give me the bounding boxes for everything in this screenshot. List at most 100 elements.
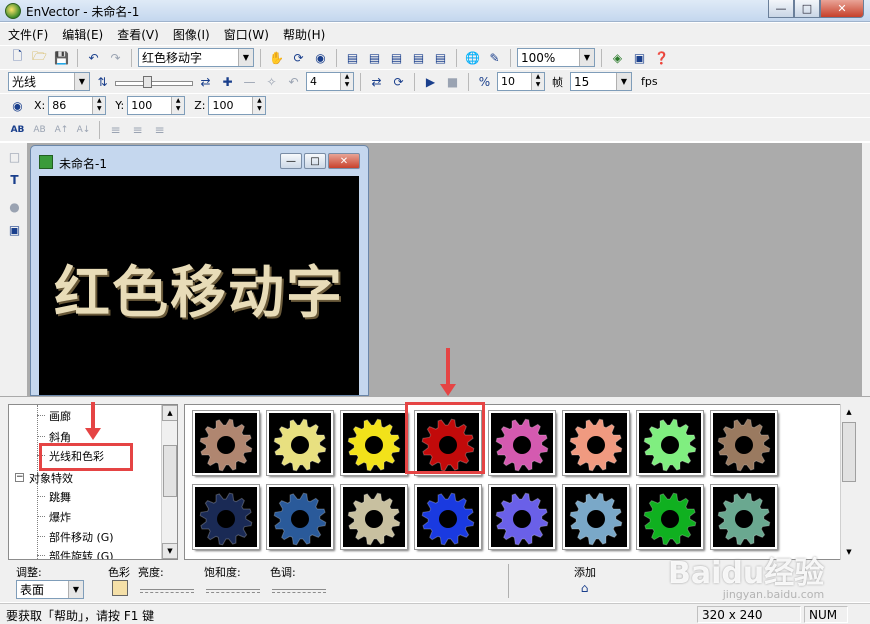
hue-slider[interactable] bbox=[272, 582, 326, 593]
shrink-icon[interactable]: ⇅ bbox=[93, 72, 112, 91]
effect-thumbnail[interactable] bbox=[341, 485, 407, 549]
document-window[interactable]: 未命名-1 — □ ✕ 红色移动字 bbox=[30, 145, 369, 396]
loop-back-icon[interactable]: ↶ bbox=[284, 72, 303, 91]
tree-item-dance[interactable]: 跳舞 bbox=[49, 489, 71, 505]
save-icon[interactable]: 💾 bbox=[52, 48, 71, 67]
collapse-icon[interactable]: − bbox=[15, 473, 24, 482]
effect-combo[interactable]: 光线 ▼ bbox=[8, 72, 90, 91]
scatter-icon[interactable]: ✧ bbox=[262, 72, 281, 91]
effect-thumbnail[interactable] bbox=[193, 411, 259, 475]
tree-item-part-move[interactable]: 部件移动 (G) bbox=[49, 529, 114, 545]
maximize-button[interactable]: □ bbox=[794, 0, 820, 18]
redo-icon[interactable]: ↷ bbox=[106, 48, 125, 67]
tree-item-part-rotate[interactable]: 部件旋转 (G) bbox=[49, 548, 114, 559]
spinner-arrows-icon[interactable]: ▲ ▼ bbox=[252, 97, 266, 114]
scroll-thumb[interactable] bbox=[163, 445, 177, 497]
layer-forward-icon[interactable]: ▤ bbox=[365, 48, 384, 67]
layer-backward-icon[interactable]: ▤ bbox=[387, 48, 406, 67]
undo-icon[interactable]: ↶ bbox=[84, 48, 103, 67]
doc-minimize-button[interactable]: — bbox=[280, 153, 302, 169]
effect-thumbnail[interactable] bbox=[341, 411, 407, 475]
gallery-scrollbar[interactable]: ▲ ▼ bbox=[840, 404, 856, 560]
scroll-down-icon[interactable]: ▼ bbox=[841, 544, 857, 560]
edit-page-icon[interactable]: ✎ bbox=[485, 48, 504, 67]
brightness-slider[interactable] bbox=[140, 582, 194, 593]
fps-spinner[interactable]: 10 ▲ ▼ bbox=[497, 72, 545, 91]
tree-item-gallery[interactable]: 画廊 bbox=[49, 408, 71, 424]
effect-slider[interactable] bbox=[115, 74, 193, 90]
palette-icon[interactable]: ◈ bbox=[608, 48, 627, 67]
effect-thumbnail[interactable] bbox=[563, 411, 629, 475]
effect-thumbnail[interactable] bbox=[415, 485, 481, 549]
open-folder-icon[interactable]: 🗁 bbox=[30, 48, 49, 67]
effect-thumbnail[interactable] bbox=[489, 411, 555, 475]
scroll-up-icon[interactable]: ▲ bbox=[162, 405, 177, 421]
swap-icon[interactable]: ⇄ bbox=[367, 72, 386, 91]
doc-close-button[interactable]: ✕ bbox=[328, 153, 360, 169]
spinner-arrows-icon[interactable]: ▲ ▼ bbox=[171, 97, 185, 114]
text-spacing-icon[interactable]: AB bbox=[8, 120, 27, 139]
color-swatch[interactable] bbox=[112, 580, 128, 596]
text-style-combo[interactable]: 红色移动字 ▼ bbox=[138, 48, 254, 67]
menu-image[interactable]: 图像(I) bbox=[173, 26, 210, 43]
text-raise-icon[interactable]: A↑ bbox=[52, 120, 71, 139]
menu-file[interactable]: 文件(F) bbox=[8, 26, 48, 43]
effect-thumbnail[interactable] bbox=[489, 485, 555, 549]
object-select-icon[interactable]: ▣ bbox=[5, 220, 24, 239]
effect-thumbnail[interactable] bbox=[193, 485, 259, 549]
doc-maximize-button[interactable]: □ bbox=[304, 153, 326, 169]
text-lower-icon[interactable]: A↓ bbox=[74, 120, 93, 139]
spinner-arrows-icon[interactable]: ▲ ▼ bbox=[531, 73, 544, 90]
z-spinner[interactable]: 100 ▲ ▼ bbox=[208, 96, 267, 115]
effects-gallery[interactable] bbox=[184, 404, 856, 560]
x-spinner[interactable]: 86 ▲ ▼ bbox=[48, 96, 107, 115]
text-kerning-icon[interactable]: AB bbox=[30, 120, 49, 139]
image-settings-icon[interactable]: ▣ bbox=[630, 48, 649, 67]
position-target-icon[interactable]: ◉ bbox=[8, 96, 27, 115]
menu-edit[interactable]: 编辑(E) bbox=[62, 26, 103, 43]
globe-icon[interactable]: 🌐 bbox=[463, 48, 482, 67]
effect-thumbnail[interactable] bbox=[267, 411, 333, 475]
effect-thumbnail[interactable] bbox=[563, 485, 629, 549]
shape-tool-icon[interactable]: ● bbox=[5, 197, 24, 216]
scroll-thumb[interactable] bbox=[842, 422, 856, 482]
target-icon[interactable]: ◉ bbox=[311, 48, 330, 67]
frames-combo[interactable]: 15 ▼ bbox=[570, 72, 632, 91]
tree-item-object-effects[interactable]: 对象特效 bbox=[29, 470, 73, 486]
menu-view[interactable]: 查看(V) bbox=[117, 26, 159, 43]
effect-thumbnail[interactable] bbox=[267, 485, 333, 549]
add-key-icon[interactable]: ✚ bbox=[218, 72, 237, 91]
slider-thumb[interactable] bbox=[143, 75, 152, 88]
remove-key-icon[interactable]: — bbox=[240, 72, 259, 91]
hand-icon[interactable]: ✋ bbox=[267, 48, 286, 67]
preview-canvas[interactable]: 红色移动字 bbox=[39, 176, 359, 395]
new-file-icon[interactable]: 🗋 bbox=[8, 48, 27, 67]
spinner-arrows-icon[interactable]: ▲ ▼ bbox=[340, 73, 353, 90]
play-icon[interactable]: ▶ bbox=[421, 72, 440, 91]
tree-item-explode[interactable]: 爆炸 bbox=[49, 509, 71, 525]
text-frame-icon[interactable]: □ bbox=[5, 147, 24, 166]
add-effect-icon[interactable]: ⌂ bbox=[575, 578, 594, 597]
tree-scrollbar[interactable]: ▲ ▼ bbox=[161, 405, 177, 559]
effect-thumbnail[interactable] bbox=[637, 485, 703, 549]
context-help-icon[interactable]: ❓ bbox=[652, 48, 671, 67]
percent-icon[interactable]: % bbox=[475, 72, 494, 91]
layer-back-icon[interactable]: ▤ bbox=[409, 48, 428, 67]
rotate-hand-icon[interactable]: ⟳ bbox=[289, 48, 308, 67]
menu-help[interactable]: 帮助(H) bbox=[283, 26, 325, 43]
surface-combo[interactable]: 表面 ▼ bbox=[16, 580, 84, 599]
close-button[interactable]: ✕ bbox=[820, 0, 864, 18]
scroll-down-icon[interactable]: ▼ bbox=[162, 543, 177, 559]
align-left-icon[interactable]: ≡ bbox=[106, 120, 125, 139]
y-spinner[interactable]: 100 ▲ ▼ bbox=[127, 96, 186, 115]
align-right-icon[interactable]: ≡ bbox=[150, 120, 169, 139]
stop-icon[interactable]: ■ bbox=[443, 72, 462, 91]
spinner-arrows-icon[interactable]: ▲ ▼ bbox=[92, 97, 106, 114]
effect-thumbnail[interactable] bbox=[711, 485, 777, 549]
refresh-icon[interactable]: ⟳ bbox=[389, 72, 408, 91]
scroll-up-icon[interactable]: ▲ bbox=[841, 404, 857, 420]
align-center-icon[interactable]: ≡ bbox=[128, 120, 147, 139]
layer-front-icon[interactable]: ▤ bbox=[343, 48, 362, 67]
expand-icon[interactable]: ⇄ bbox=[196, 72, 215, 91]
effect-thumbnail[interactable] bbox=[637, 411, 703, 475]
